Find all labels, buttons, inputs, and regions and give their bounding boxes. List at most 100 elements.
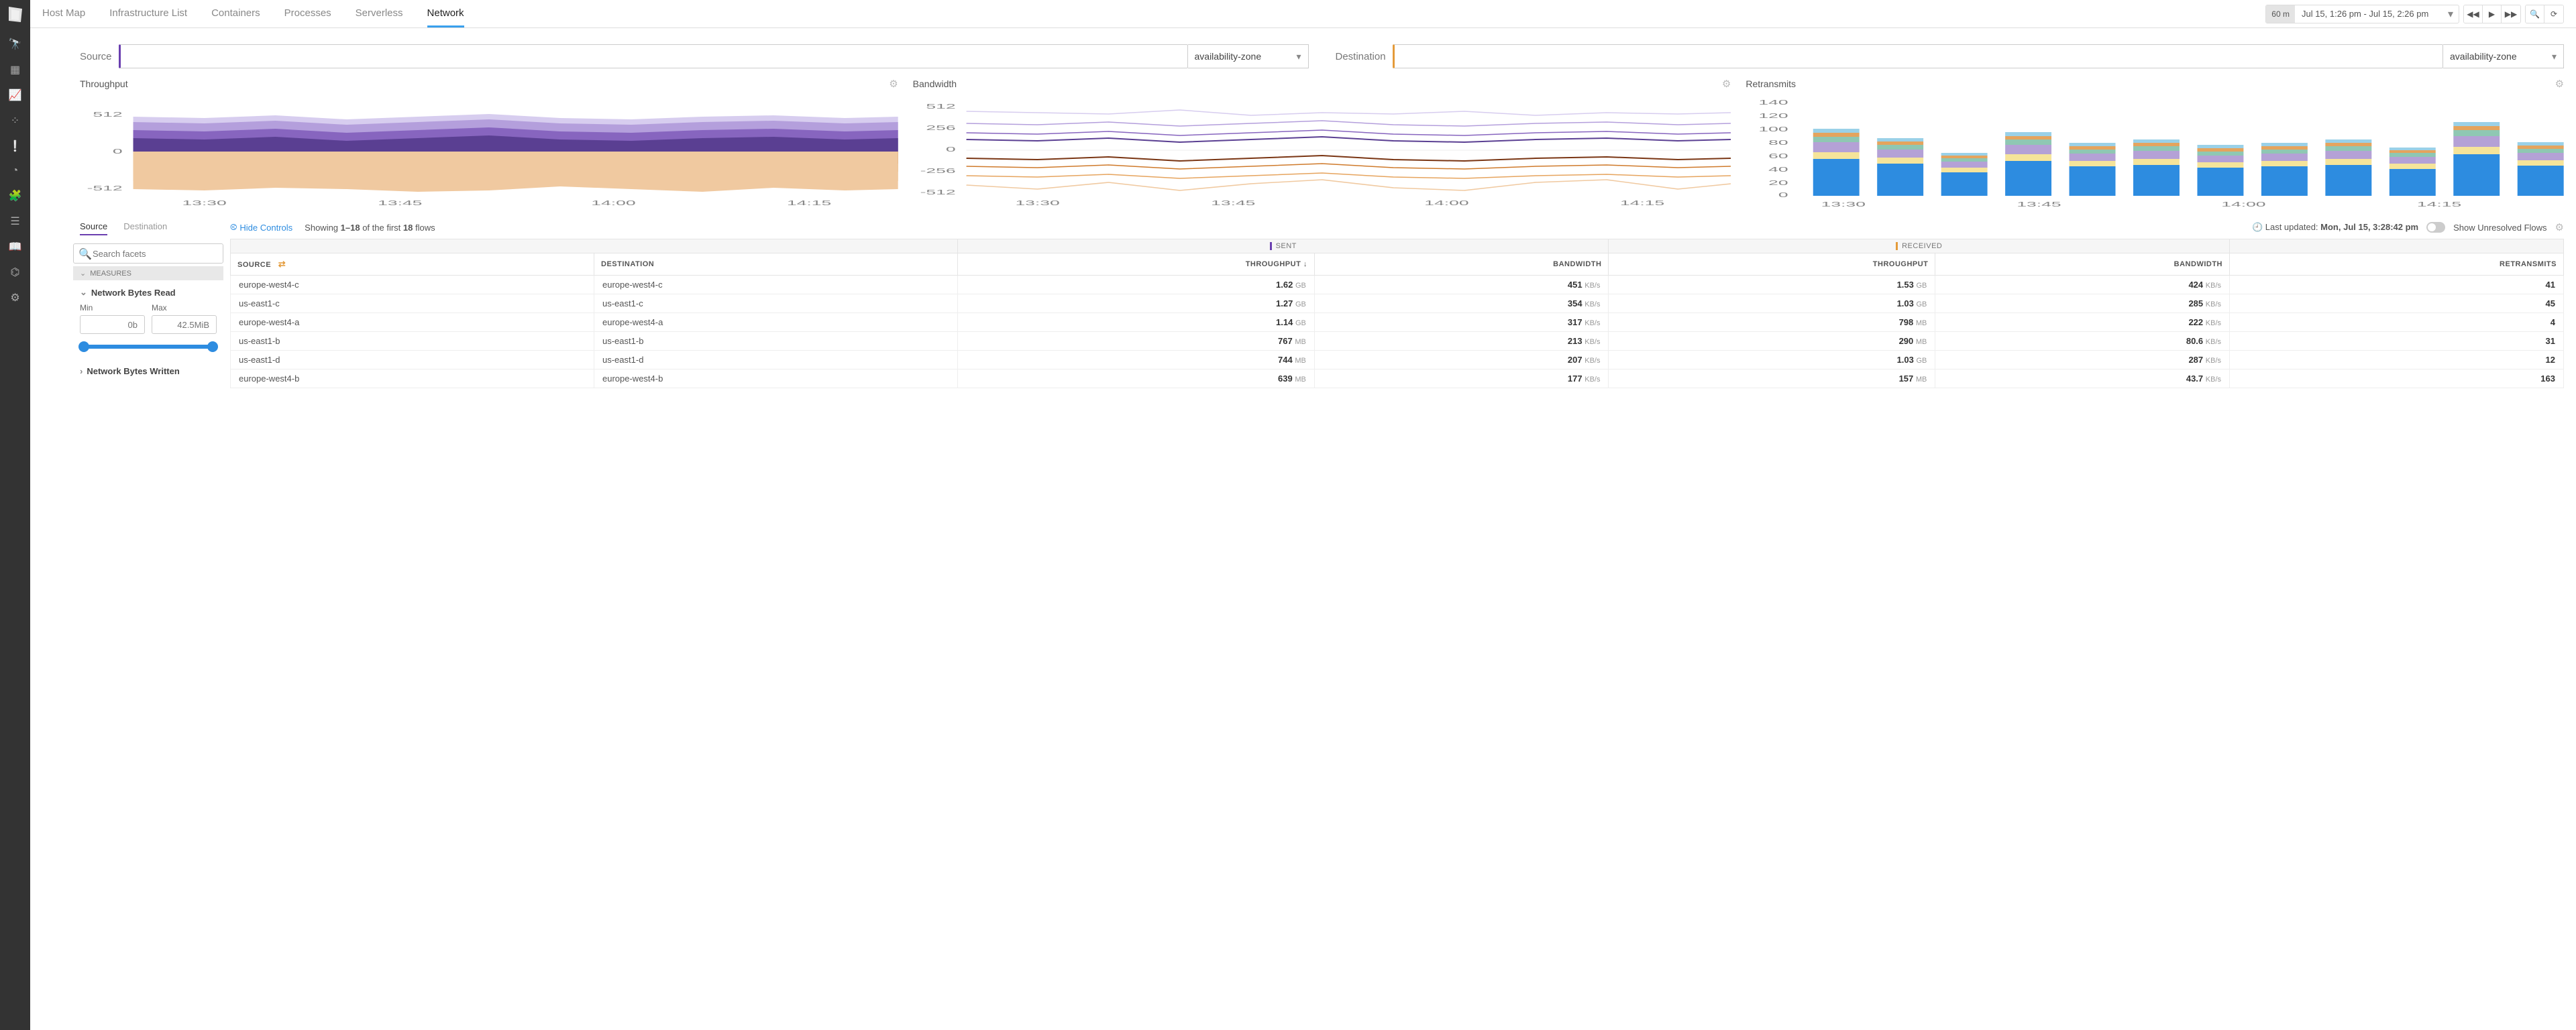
binoculars-icon[interactable]: 🔭 [9, 38, 22, 51]
collapse-icon: ⧀ [230, 222, 237, 233]
clock-icon: 🕘 [2252, 222, 2263, 232]
refresh-button[interactable]: ⟳ [2544, 5, 2563, 23]
col-recv-bandwidth[interactable]: BANDWIDTH [1935, 253, 2230, 276]
destination-groupby-dropdown[interactable]: availability-zone▾ [2443, 44, 2564, 68]
search-button[interactable]: 🔍 [2526, 5, 2544, 23]
flows-table: SENT RECEIVED SOURCE ⇄ DESTINATION THROU… [230, 239, 2564, 388]
svg-text:20: 20 [1769, 180, 1788, 187]
max-input[interactable] [152, 315, 217, 334]
puzzle-icon[interactable]: 🧩 [9, 189, 22, 203]
table-row[interactable]: us-east1-cus-east1-c 1.27 GB 354 KB/s 1.… [231, 294, 2564, 313]
nav-infra-list[interactable]: Infrastructure List [109, 1, 187, 27]
svg-text:14:00: 14:00 [1424, 200, 1468, 207]
facet-bytes-read[interactable]: ⌄Network Bytes Read [80, 287, 217, 298]
facet-bytes-written[interactable]: ›Network Bytes Written [80, 366, 217, 376]
facets-panel: Source Destination 🔍 ⌄MEASURES ⌄Network … [73, 221, 223, 1030]
facet-tab-source[interactable]: Source [80, 221, 107, 235]
svg-text:14:15: 14:15 [1620, 200, 1664, 207]
range-slider[interactable] [83, 345, 214, 349]
svg-text:512: 512 [93, 111, 122, 119]
time-back-button[interactable]: ◀◀ [2464, 5, 2483, 23]
svg-text:14:00: 14:00 [2222, 201, 2266, 209]
destination-filter-input[interactable] [1393, 44, 2443, 68]
chart-title: Throughput [80, 78, 128, 89]
time-range-picker[interactable]: 60 m Jul 15, 1:26 pm - Jul 15, 2:26 pm ▾ [2265, 5, 2459, 23]
chart-settings-icon[interactable]: ⚙ [1722, 78, 1731, 90]
gauge-icon[interactable]: ◔ [12, 165, 19, 177]
time-preset[interactable]: 60 m [2266, 5, 2295, 23]
bandwidth-chart: Bandwidth⚙ 512 256 0 -256 -512 1 [913, 78, 1731, 211]
col-source[interactable]: SOURCE ⇄ [231, 253, 594, 276]
unresolved-toggle[interactable] [2426, 222, 2445, 233]
facet-tab-destination[interactable]: Destination [123, 221, 167, 235]
sent-group-header: SENT [958, 239, 1609, 253]
svg-text:14:00: 14:00 [591, 200, 635, 207]
min-input[interactable] [80, 315, 145, 334]
nav-containers[interactable]: Containers [211, 1, 260, 27]
hide-controls-button[interactable]: ⧀Hide Controls [230, 222, 292, 233]
chevron-down-icon: ▾ [1296, 51, 1301, 62]
source-groupby-dropdown[interactable]: availability-zone▾ [1188, 44, 1309, 68]
unresolved-label: Show Unresolved Flows [2453, 223, 2546, 233]
book-icon[interactable]: 📖 [9, 240, 22, 253]
top-nav: Host Map Infrastructure List Containers … [42, 1, 464, 27]
svg-text:13:30: 13:30 [182, 200, 226, 207]
svg-text:13:30: 13:30 [1821, 201, 1866, 209]
svg-text:14:15: 14:15 [787, 200, 831, 207]
svg-text:80: 80 [1769, 139, 1788, 147]
datadog-logo-icon[interactable] [5, 4, 26, 25]
time-range-label: Jul 15, 1:26 pm - Jul 15, 2:26 pm [2295, 9, 2443, 19]
top-bar: Host Map Infrastructure List Containers … [30, 0, 2576, 28]
swap-icon[interactable]: ⇄ [278, 259, 286, 269]
min-label: Min [80, 303, 145, 312]
svg-text:13:30: 13:30 [1015, 200, 1059, 207]
svg-text:512: 512 [926, 103, 955, 111]
retransmits-chart: Retransmits⚙ 140 120 100 80 60 40 20 0 1… [1746, 78, 2564, 211]
col-sent-throughput[interactable]: THROUGHPUT ↓ [958, 253, 1315, 276]
nav-serverless[interactable]: Serverless [356, 1, 403, 27]
nav-network[interactable]: Network [427, 1, 464, 27]
table-settings-icon[interactable]: ⚙ [2555, 221, 2564, 233]
col-destination[interactable]: DESTINATION [594, 253, 958, 276]
nav-host-map[interactable]: Host Map [42, 1, 85, 27]
time-range-dropdown-icon[interactable]: ▾ [2443, 7, 2459, 21]
svg-text:40: 40 [1769, 166, 1788, 174]
svg-text:120: 120 [1759, 113, 1788, 120]
flow-icon[interactable]: ⌬ [11, 266, 20, 279]
list-icon[interactable]: ☰ [10, 215, 19, 228]
alert-icon[interactable]: ❕ [9, 139, 22, 153]
nav-processes[interactable]: Processes [284, 1, 331, 27]
col-recv-throughput[interactable]: THROUGHPUT [1609, 253, 1935, 276]
chart-settings-icon[interactable]: ⚙ [2555, 78, 2564, 90]
source-filter-input[interactable] [119, 44, 1188, 68]
max-label: Max [152, 303, 217, 312]
svg-text:13:45: 13:45 [2017, 201, 2061, 209]
dots-icon[interactable]: ⁘ [11, 114, 19, 127]
side-nav: 🔭 ▦ 📈 ⁘ ❕ ◔ 🧩 ☰ 📖 ⌬ ⚙ [0, 0, 30, 1030]
col-retransmits[interactable]: RETRANSMITS [2230, 253, 2564, 276]
table-row[interactable]: us-east1-dus-east1-d 744 MB 207 KB/s 1.0… [231, 351, 2564, 369]
dashboard-icon[interactable]: ▦ [10, 63, 20, 76]
destination-filter-label: Destination [1336, 51, 1386, 62]
gear-icon[interactable]: ⚙ [10, 291, 19, 304]
svg-text:140: 140 [1759, 99, 1788, 107]
svg-text:100: 100 [1759, 126, 1788, 133]
measures-header[interactable]: ⌄MEASURES [73, 266, 223, 280]
svg-text:0: 0 [113, 148, 123, 156]
svg-text:-256: -256 [920, 168, 955, 175]
metrics-icon[interactable]: 📈 [9, 89, 22, 102]
svg-text:13:45: 13:45 [378, 200, 422, 207]
table-row[interactable]: europe-west4-ceurope-west4-c 1.62 GB 451… [231, 276, 2564, 294]
svg-text:13:45: 13:45 [1211, 200, 1255, 207]
search-icon: 🔍 [78, 247, 92, 261]
search-facets-input[interactable] [73, 243, 223, 264]
time-forward-button[interactable]: ▶▶ [2502, 5, 2520, 23]
table-row[interactable]: europe-west4-aeurope-west4-a 1.14 GB 317… [231, 313, 2564, 332]
table-row[interactable]: us-east1-bus-east1-b 767 MB 213 KB/s 290… [231, 332, 2564, 351]
svg-text:14:15: 14:15 [2417, 201, 2461, 209]
table-row[interactable]: europe-west4-beurope-west4-b 639 MB 177 … [231, 369, 2564, 388]
col-sent-bandwidth[interactable]: BANDWIDTH [1314, 253, 1609, 276]
chart-title: Bandwidth [913, 78, 957, 89]
time-play-button[interactable]: ▶ [2483, 5, 2502, 23]
chart-settings-icon[interactable]: ⚙ [889, 78, 898, 90]
